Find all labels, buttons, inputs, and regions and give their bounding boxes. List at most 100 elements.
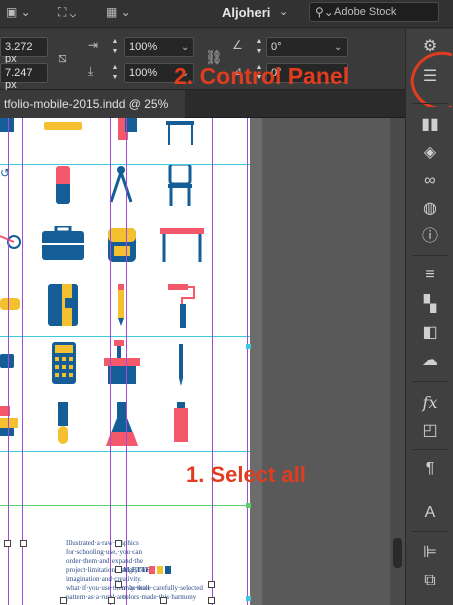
workspace-name[interactable]: Aljoheri [222,5,270,20]
panel-separator [412,449,448,450]
chevron-down-icon[interactable]: ⌄ [181,42,189,53]
column-guide[interactable] [110,118,111,605]
selection-handle[interactable] [160,597,167,604]
workspace-chevron-down-icon[interactable]: ⌄ [279,5,288,18]
selection-handle[interactable] [4,540,11,547]
scale-x-icon: ⇥ [88,38,99,52]
chevron-down-icon[interactable]: ⌄ [334,42,342,53]
briefcase-icon [42,226,84,260]
robot-icon [0,406,18,436]
ruler-icon [44,122,82,130]
lunchbox-icon [0,354,14,368]
palette-swatch [149,566,155,574]
tab-document[interactable]: tfolio-mobile-2015.indd @ 25% [0,90,185,118]
column-guide[interactable] [212,118,213,605]
vertical-scrollbar[interactable] [390,118,405,605]
pages-icon[interactable]: ▮▮ [420,115,440,135]
creative-cloud-icon[interactable]: ☁ [420,351,440,371]
palette-swatch [157,566,163,574]
panel-separator [412,103,448,104]
table-icon [166,121,194,125]
character-styles-icon[interactable]: A [420,503,440,523]
test-tube-icon [58,402,68,444]
school-bus-icon [0,298,20,310]
eraser-bottom-icon [56,184,70,204]
panel-separator [412,531,448,532]
selection-handle[interactable] [60,597,67,604]
globe-icon[interactable]: ◍ [420,199,440,219]
column-guide[interactable] [8,118,9,605]
effects-icon[interactable]: fx [420,393,440,413]
selection-handle[interactable] [115,581,122,588]
guide-anchor[interactable] [246,503,251,508]
selection-handle[interactable] [108,597,115,604]
object-styles-icon[interactable]: ◰ [420,421,440,441]
glue-icon [174,402,188,442]
scale-y-icon: ⤓ [88,64,94,78]
selection-handle[interactable] [115,566,122,573]
document-page[interactable]: ↺ Illustrated·a·raw·graphics for·schooli… [0,118,250,605]
frame-tool-icon[interactable]: ▣ ⌄ [6,5,31,21]
paint-roller-icon [168,284,195,328]
panel-separator [412,381,448,382]
guide-anchor[interactable] [246,596,251,601]
panel-dock: ⚙ ☰ ▮▮ ◈ ∞ ◍ ⓘ ≡ ▚ ◧ ☁ fx ◰ ¶ A ⊫ ⧉ [405,29,453,605]
panel-separator [412,255,448,256]
align-icon[interactable]: ⊫ [420,543,440,563]
swatches-icon[interactable]: ▚ [420,295,440,315]
info-icon[interactable]: ⓘ [420,227,440,247]
palette-heading[interactable]: ALETTE [122,566,150,575]
body-text-line[interactable]: pattern·as·a·rural·arts [66,593,127,602]
y-position-field[interactable]: 7.247 px [0,63,48,91]
screen-mode-icon[interactable]: ⛶ ⌄ [58,5,76,21]
pasteboard[interactable] [250,118,405,605]
column-guide[interactable] [247,118,248,605]
column-guide[interactable] [22,118,23,605]
constrain-proportions-icon[interactable]: ⧅ [58,49,67,66]
desk-icon [160,228,204,262]
book-icon [0,118,14,132]
arrange-documents-icon[interactable]: ▦ ⌄ [106,5,131,21]
folder-icon [48,284,78,326]
body-text-line[interactable]: Illustrated·a·raw·graphics [66,539,139,548]
rotate-stepper[interactable]: ▲ ▼ [254,37,264,57]
adobe-stock-search[interactable]: ⚲⌄ [309,2,439,22]
page-shadow [250,118,262,605]
selection-handle[interactable] [208,581,215,588]
document-canvas[interactable]: ↺ Illustrated·a·raw·graphics for·schooli… [0,118,405,605]
stroke-icon[interactable]: ≡ [420,265,440,285]
selection-handle[interactable] [208,597,215,604]
indesign-window: ▣ ⌄ ⛶ ⌄ ▦ ⌄ Aljoheri ⌄ ⚲⌄ 3.272 px 7.247… [0,0,453,605]
layers-icon[interactable]: ◈ [420,143,440,163]
search-input[interactable] [334,5,434,19]
body-text-line[interactable]: order·them·and·expand·the [66,557,143,566]
calculator-icon [52,342,76,384]
chair-icon [168,164,192,206]
links-icon[interactable]: ∞ [420,171,440,191]
selection-handle[interactable] [115,540,122,547]
guide-anchor[interactable] [246,344,251,349]
pencil-icon [118,284,124,326]
pen-icon [179,344,183,386]
body-text-line[interactable]: for·schooling·use,·you·can [66,548,142,557]
scrollbar-thumb[interactable] [393,538,402,568]
gradient-icon[interactable]: ◧ [420,323,440,343]
rotate-icon: ∠ [232,38,243,52]
scale-y-stepper[interactable]: ▲ ▼ [110,63,120,83]
scale-x-stepper[interactable]: ▲ ▼ [110,37,120,57]
paragraph-styles-icon[interactable]: ¶ [420,459,440,479]
body-text-line[interactable]: imagination·and·creativity. [66,575,142,584]
selection-handle[interactable] [20,540,27,547]
app-bar: ▣ ⌄ ⛶ ⌄ ▦ ⌄ Aljoheri ⌄ ⚲⌄ [0,0,453,28]
select-all-annotation: 1. Select all [186,462,306,487]
control-panel-annotation: 2. Control Panel [174,63,350,89]
column-guide[interactable] [126,118,127,605]
body-text-line[interactable]: only·three·carefully·selected [122,584,203,593]
table-leg-icon [191,125,193,145]
table-leg-icon [168,125,170,145]
pathfinder-icon[interactable]: ⧉ [420,571,440,591]
document-tab-bar: tfolio-mobile-2015.indd @ 25% [0,90,405,118]
x-position-field[interactable]: 3.272 px [0,37,48,65]
bicycle-icon [0,235,21,249]
palette-swatch [165,566,171,574]
